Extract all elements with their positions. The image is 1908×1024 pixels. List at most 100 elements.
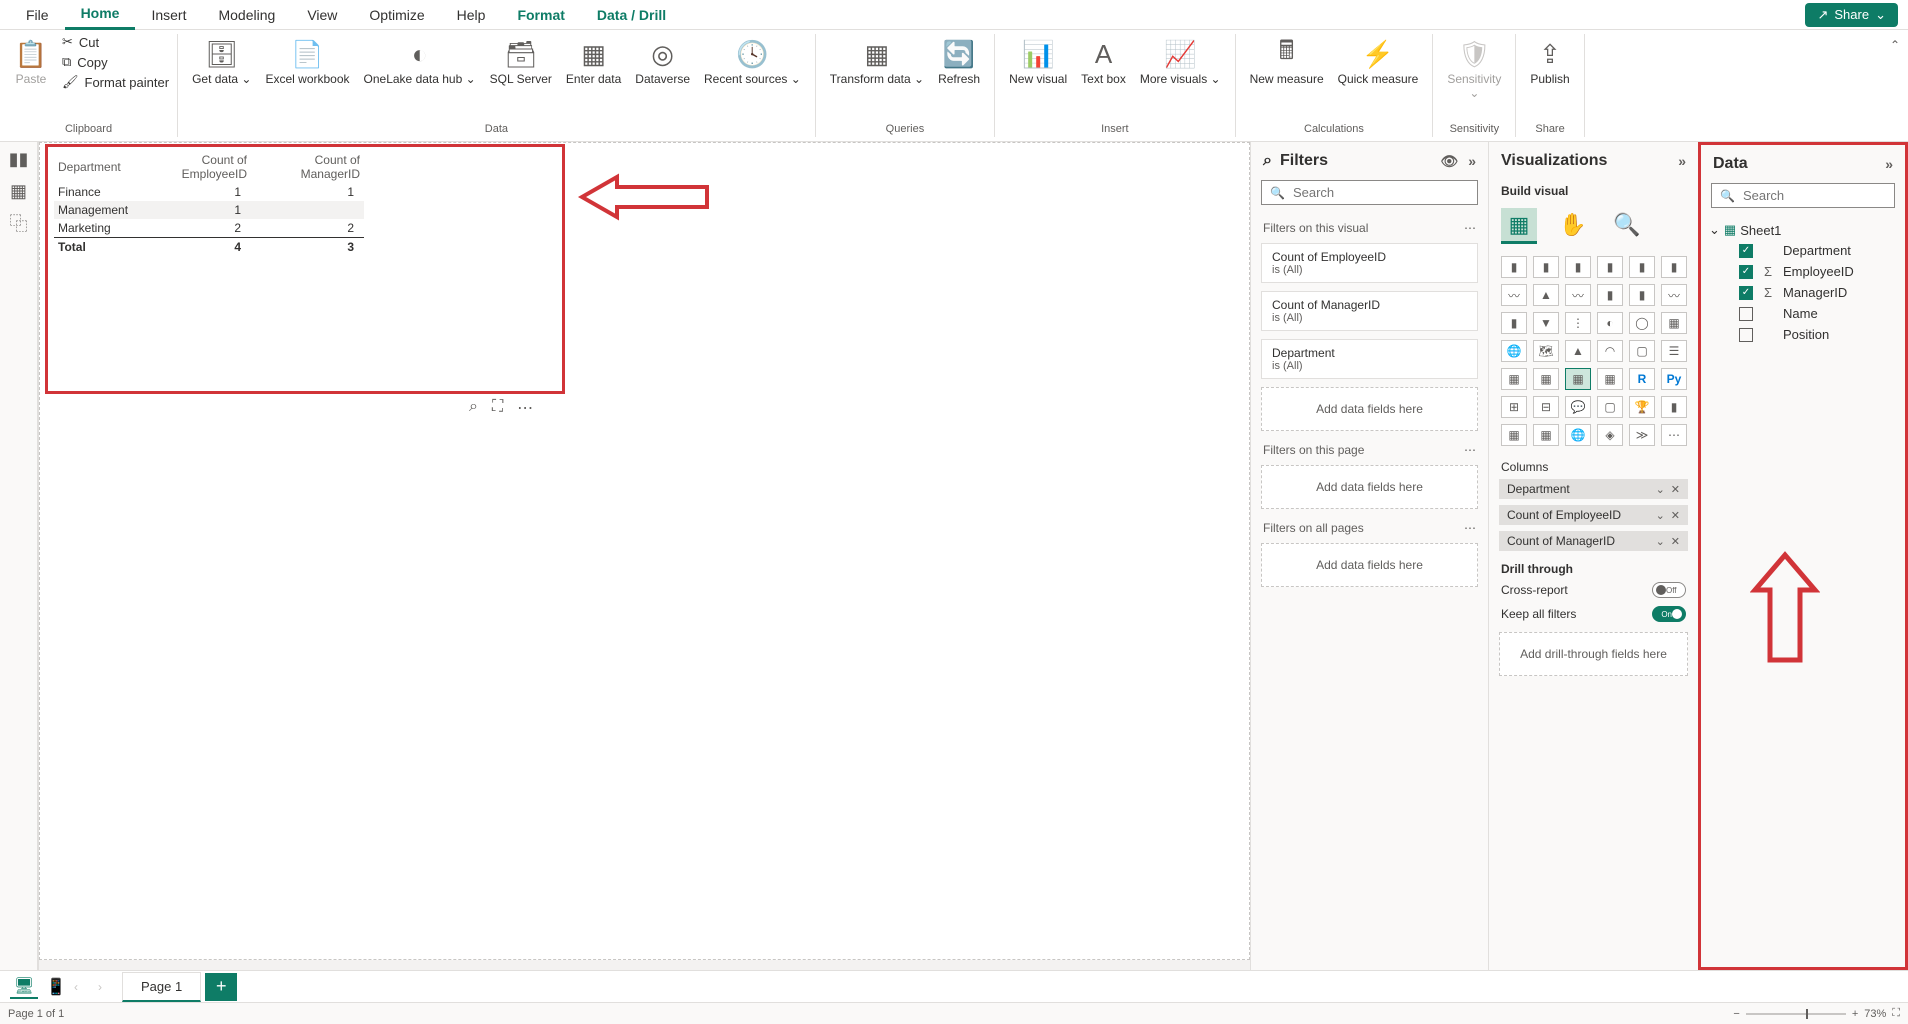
refresh-button[interactable]: 🔄Refresh bbox=[932, 34, 986, 90]
share-button[interactable]: ↗ Share ⌄ bbox=[1805, 3, 1898, 27]
tab-data-drill[interactable]: Data / Drill bbox=[581, 1, 682, 29]
viz-type[interactable]: 🗺 bbox=[1533, 340, 1559, 362]
excel-button[interactable]: 📄Excel workbook bbox=[259, 34, 355, 90]
add-all-filters-drop[interactable]: Add data fields here bbox=[1261, 543, 1478, 587]
data-view-button[interactable]: ▦ bbox=[8, 180, 30, 202]
viz-type[interactable]: ▲ bbox=[1565, 340, 1591, 362]
text-box-button[interactable]: AText box bbox=[1075, 34, 1132, 90]
viz-type[interactable]: ▼ bbox=[1533, 312, 1559, 334]
eye-icon[interactable]: 👁 bbox=[1440, 153, 1458, 170]
viz-type[interactable]: ⊟ bbox=[1533, 396, 1559, 418]
mobile-layout-button[interactable]: 📱 bbox=[42, 975, 70, 999]
viz-type[interactable]: ≫ bbox=[1629, 424, 1655, 446]
viz-type[interactable]: ▦ bbox=[1661, 312, 1687, 334]
viz-type[interactable]: ▮ bbox=[1501, 312, 1527, 334]
remove-icon[interactable]: ✕ bbox=[1671, 483, 1680, 496]
viz-more[interactable]: ⋯ bbox=[1661, 424, 1687, 446]
collapse-icon[interactable]: » bbox=[1678, 153, 1686, 169]
recent-sources-button[interactable]: 🕓Recent sources ⌄ bbox=[698, 34, 807, 90]
data-search-input[interactable] bbox=[1743, 188, 1908, 203]
viz-type[interactable]: ◠ bbox=[1597, 340, 1623, 362]
drill-drop-zone[interactable]: Add drill-through fields here bbox=[1499, 632, 1688, 676]
viz-type[interactable]: ◐ bbox=[1597, 312, 1623, 334]
viz-type[interactable]: Py bbox=[1661, 368, 1687, 390]
page-tab-1[interactable]: Page 1 bbox=[122, 972, 201, 1002]
chevron-down-icon[interactable]: ⌄ bbox=[1656, 535, 1665, 548]
viz-type[interactable]: ▮ bbox=[1629, 256, 1655, 278]
checkbox[interactable] bbox=[1739, 307, 1753, 321]
filter-card[interactable]: Departmentis (All) bbox=[1261, 339, 1478, 379]
viz-type[interactable]: ▮ bbox=[1629, 284, 1655, 306]
more-icon[interactable]: ⋯ bbox=[1464, 221, 1476, 235]
viz-type-table[interactable]: ▦ bbox=[1565, 368, 1591, 390]
viz-type[interactable]: ▮ bbox=[1501, 256, 1527, 278]
field-position[interactable]: Position bbox=[1709, 324, 1897, 345]
tab-home[interactable]: Home bbox=[65, 0, 136, 30]
zoom-slider[interactable] bbox=[1746, 1013, 1846, 1015]
report-view-button[interactable]: ▮▮ bbox=[8, 148, 30, 170]
focus-icon[interactable]: ⛶ bbox=[492, 398, 503, 418]
viz-type[interactable]: 🌐 bbox=[1565, 424, 1591, 446]
tab-modeling[interactable]: Modeling bbox=[202, 1, 291, 29]
analytics-mode-button[interactable]: 🔍 bbox=[1609, 208, 1645, 244]
viz-type[interactable]: 💬 bbox=[1565, 396, 1591, 418]
viz-type[interactable]: 🏆 bbox=[1629, 396, 1655, 418]
collapse-ribbon-button[interactable]: ⌃ bbox=[1882, 34, 1908, 137]
enter-data-button[interactable]: ▦Enter data bbox=[560, 34, 627, 90]
field-employeeid[interactable]: ✓ΣEmployeeID bbox=[1709, 261, 1897, 282]
keep-filters-toggle[interactable]: On bbox=[1652, 606, 1686, 622]
viz-type[interactable]: ☰ bbox=[1661, 340, 1687, 362]
viz-type[interactable]: ▢ bbox=[1629, 340, 1655, 362]
viz-type[interactable]: ▦ bbox=[1533, 424, 1559, 446]
new-visual-button[interactable]: 📊New visual bbox=[1003, 34, 1073, 90]
tab-file[interactable]: File bbox=[10, 1, 65, 29]
checkbox[interactable]: ✓ bbox=[1739, 286, 1753, 300]
viz-type[interactable]: ◯ bbox=[1629, 312, 1655, 334]
viz-type[interactable]: ▮ bbox=[1597, 284, 1623, 306]
viz-type[interactable]: ▮ bbox=[1565, 256, 1591, 278]
build-mode-button[interactable]: ▦ bbox=[1501, 208, 1537, 244]
viz-type[interactable]: ▦ bbox=[1533, 368, 1559, 390]
zoom-in-button[interactable]: + bbox=[1852, 1008, 1858, 1020]
field-managerid[interactable]: ✓ΣManagerID bbox=[1709, 282, 1897, 303]
field-name[interactable]: Name bbox=[1709, 303, 1897, 324]
publish-button[interactable]: ⇪Publish bbox=[1524, 34, 1575, 90]
zoom-out-button[interactable]: − bbox=[1733, 1008, 1739, 1020]
format-painter-button[interactable]: 🖌Format painter bbox=[62, 74, 169, 90]
more-icon[interactable]: ⋯ bbox=[1464, 521, 1476, 535]
viz-type[interactable]: ▮ bbox=[1661, 396, 1687, 418]
viz-type[interactable]: ▮ bbox=[1597, 256, 1623, 278]
viz-type[interactable]: ▢ bbox=[1597, 396, 1623, 418]
viz-type[interactable]: ⋮ bbox=[1565, 312, 1591, 334]
tab-insert[interactable]: Insert bbox=[135, 1, 202, 29]
sql-button[interactable]: 🗃SQL Server bbox=[484, 34, 558, 90]
viz-type[interactable]: 〰 bbox=[1661, 284, 1687, 306]
filter-icon[interactable]: ⌕ bbox=[469, 398, 478, 418]
add-visual-filters-drop[interactable]: Add data fields here bbox=[1261, 387, 1478, 431]
collapse-icon[interactable]: » bbox=[1468, 153, 1476, 170]
viz-type[interactable]: ▦ bbox=[1501, 424, 1527, 446]
filters-search-input[interactable] bbox=[1293, 185, 1469, 200]
filter-card[interactable]: Count of EmployeeIDis (All) bbox=[1261, 243, 1478, 283]
prev-page-button[interactable]: ‹ bbox=[74, 980, 94, 994]
onelake-button[interactable]: ◐OneLake data hub ⌄ bbox=[358, 34, 482, 90]
get-data-button[interactable]: 🗄Get data ⌄ bbox=[186, 34, 257, 90]
viz-type[interactable]: 🌐 bbox=[1501, 340, 1527, 362]
data-table-node[interactable]: ⌄ ▦ Sheet1 bbox=[1709, 220, 1897, 240]
chevron-down-icon[interactable]: ⌄ bbox=[1656, 509, 1665, 522]
field-chip[interactable]: Department⌄✕ bbox=[1499, 479, 1688, 499]
tab-optimize[interactable]: Optimize bbox=[353, 1, 440, 29]
viz-type[interactable]: ▲ bbox=[1533, 284, 1559, 306]
collapse-icon[interactable]: » bbox=[1885, 156, 1893, 172]
filter-card[interactable]: Count of ManagerIDis (All) bbox=[1261, 291, 1478, 331]
chevron-down-icon[interactable]: ⌄ bbox=[1656, 483, 1665, 496]
viz-type[interactable]: ▦ bbox=[1501, 368, 1527, 390]
field-department[interactable]: ✓Department bbox=[1709, 240, 1897, 261]
viz-type[interactable]: ◈ bbox=[1597, 424, 1623, 446]
next-page-button[interactable]: › bbox=[98, 980, 118, 994]
sensitivity-button[interactable]: 🛡Sensitivity⌄ bbox=[1441, 34, 1507, 104]
desktop-layout-button[interactable]: 🖥 bbox=[10, 975, 38, 999]
quick-measure-button[interactable]: ⚡Quick measure bbox=[1332, 34, 1425, 90]
checkbox[interactable] bbox=[1739, 328, 1753, 342]
fit-page-button[interactable]: ⛶ bbox=[1892, 1007, 1900, 1020]
